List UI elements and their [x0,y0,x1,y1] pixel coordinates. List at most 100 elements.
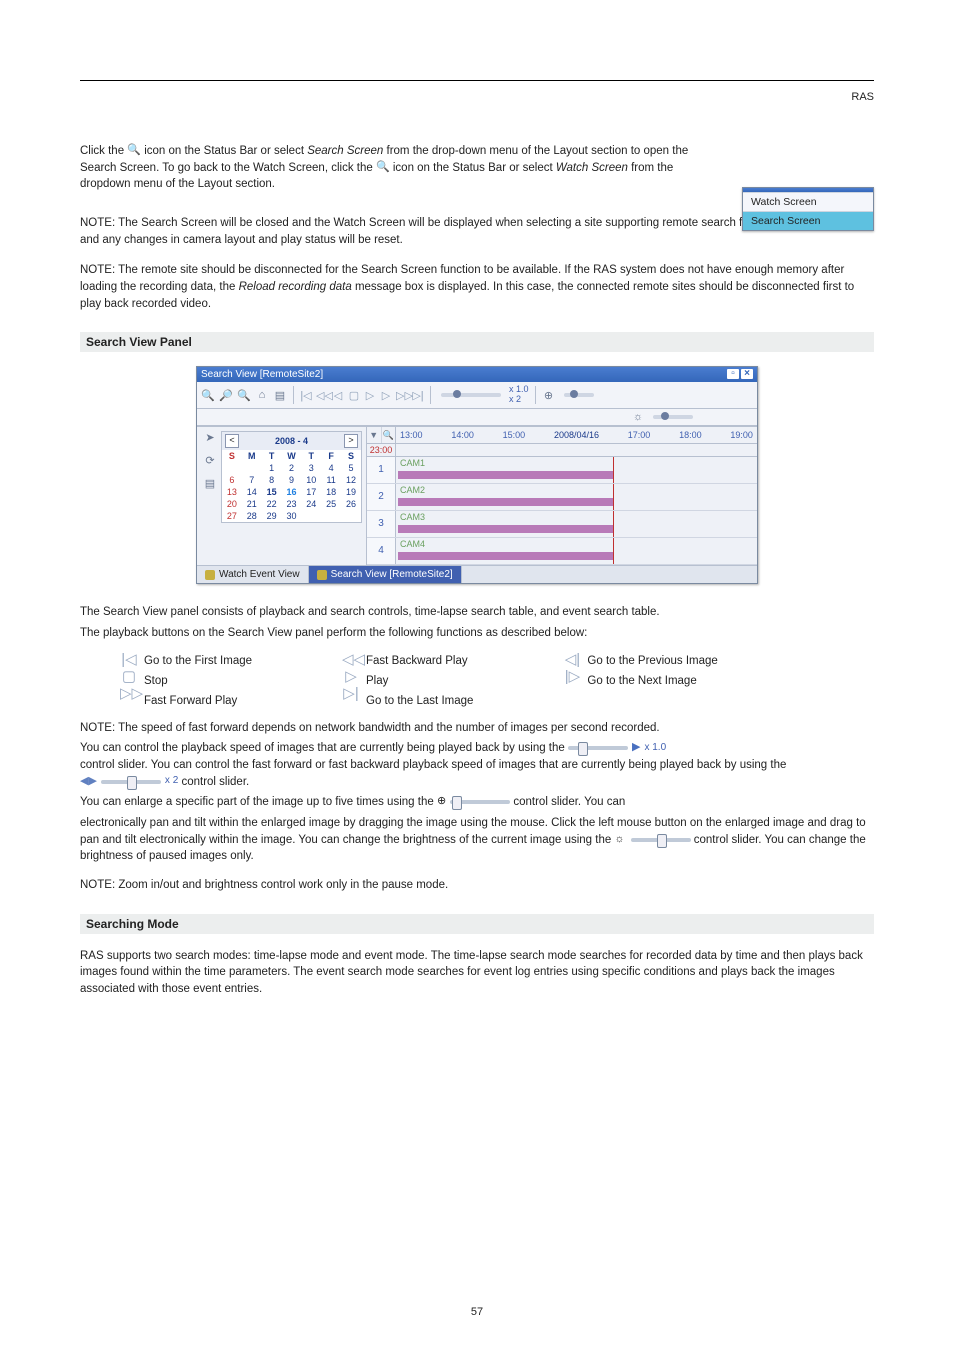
zoom-slider[interactable] [564,393,594,397]
stop-icon[interactable]: ▢ [348,389,360,402]
jog-value: x 2 [165,774,178,789]
playhead[interactable] [613,457,614,483]
search-view-panel: Search View [RemoteSite2] ▫ × 🔍 🔎 🔍 ⌂ ▤ … [196,366,758,584]
t: Click the [80,145,127,157]
timeline-row[interactable]: 2 CAM2 [367,484,757,511]
header-rule [80,80,874,81]
left-icon-stack: ➤ ⟳ ▤ [201,431,219,490]
go-icon[interactable]: ➤ [205,431,214,444]
playback-speed-slider[interactable] [441,393,501,397]
search-view-toolbar: 🔍 🔎 🔍 ⌂ ▤ |◁ ◁◁ ◁ ▢ ▷ ▷ ▷▷ ▷| x 1.0 x 2 … [197,382,757,409]
tab-search-view[interactable]: Search View [RemoteSite2] [309,566,462,583]
header-product: RAS [80,91,874,103]
zoom-level-icon: ⊕ [542,388,556,402]
search-view-left: ➤ ⟳ ▤ < 2008 - 4 > SMTWTFS 12345 6789101… [197,427,367,565]
t: You can enlarge a specific part of the i… [80,796,437,808]
cam-label: CAM1 [400,458,425,468]
zoom-paragraph-2: electronically pan and tilt within the e… [80,815,874,865]
record-bar [398,552,613,560]
row-num: 1 [367,457,396,483]
prev-image-icon: ◁| [563,652,581,667]
zoom-timeline-icon[interactable]: 🔍 [382,427,396,443]
menu-item-search[interactable]: Search Screen [743,211,873,230]
pb-label: Play [366,672,473,690]
t: control slider. [181,776,249,788]
t: icon on the Status Bar or select [144,145,307,157]
fast-backward-icon[interactable]: ◁◁ [316,389,328,402]
tab-icon [205,570,215,580]
tab-watch-event[interactable]: Watch Event View [197,566,309,583]
row-lane[interactable]: CAM4 [396,538,757,564]
playhead[interactable] [613,484,614,510]
search-view-tabs: Watch Event View Search View [RemoteSite… [197,565,757,583]
timeline-row[interactable]: 3 CAM3 [367,511,757,538]
prev-month-button[interactable]: < [225,434,239,448]
cam-label: CAM4 [400,539,425,549]
fast-forward-icon[interactable]: ▷▷ [396,389,408,402]
timeline-corner: ▼ 🔍 [367,427,396,443]
t: Reload recording data [239,281,352,293]
timeline-date: 2008/04/16 [554,430,599,440]
timeline-subhead: 23:00 13:00 16:00 [367,444,757,457]
search-view-titlebar: Search View [RemoteSite2] ▫ × [197,367,757,382]
prev-image-icon[interactable]: ◁ [332,389,344,402]
fast-backward-icon: ◁◁ [342,652,360,667]
row-lane[interactable]: CAM1 [396,457,757,483]
timeline-header: ▼ 🔍 13:00 14:00 15:00 2008/04/16 17:00 1… [367,427,757,444]
tick: 14:00 [451,430,474,440]
intro-paragraph: Click the 🔍 icon on the Status Bar or se… [80,143,724,193]
corner-time: 23:00 [367,444,396,456]
zoom-in-icon: ⊕ [437,794,446,810]
tool-search-icon[interactable]: 🔍 [237,388,251,402]
collapse-icon[interactable]: ▼ [367,427,382,443]
next-image-icon: |▷ [563,669,581,684]
calendar-header: < 2008 - 4 > [222,432,361,450]
search-view-body: ➤ ⟳ ▤ < 2008 - 4 > SMTWTFS 12345 6789101… [197,426,757,565]
pb-label: Fast Forward Play [144,692,252,710]
first-image-icon: |◁ [120,652,138,667]
tool-export-icon[interactable]: ▤ [273,388,287,402]
next-image-icon[interactable]: ▷ [380,389,392,402]
tool-zoomout-icon[interactable]: 🔎 [219,388,233,402]
playback-intro: The playback buttons on the Search View … [80,625,874,642]
tab-label: Search View [RemoteSite2] [331,569,453,580]
pin-icon[interactable]: ▫ [727,369,739,379]
brightness-icon: ☼ [614,832,624,848]
timeline-row[interactable]: 4 CAM4 [367,538,757,565]
row-lane[interactable]: CAM3 [396,511,757,537]
menu-item-watch[interactable]: Watch Screen [743,192,873,211]
list-icon[interactable]: ▤ [205,477,215,490]
brightness-slider[interactable] [653,415,693,419]
refresh-icon[interactable]: ⟳ [205,454,214,467]
row-lane[interactable]: CAM2 [396,484,757,510]
tool-home-icon[interactable]: ⌂ [255,388,269,402]
search-screen-icon: 🔍 [127,143,141,159]
last-image-icon[interactable]: ▷| [412,389,424,402]
brightness-slider-illustration: ☼ [614,832,690,848]
pb-col-3: ◁| |▷ Go to the Previous Image Go to the… [563,652,717,710]
playhead[interactable] [613,538,614,564]
speed-paragraph: You can control the playback speed of im… [80,740,874,790]
timeline-ticks: 13:00 14:00 15:00 2008/04/16 17:00 18:00… [396,427,757,443]
window-buttons: ▫ × [727,369,753,380]
row-num: 2 [367,484,396,510]
play-icon[interactable]: ▷ [364,389,376,402]
next-month-button[interactable]: > [344,434,358,448]
searching-mode-desc: RAS supports two search modes: time-laps… [80,948,874,998]
first-image-icon[interactable]: |◁ [300,389,312,402]
calendar-grid[interactable]: SMTWTFS 12345 6789101112 13141516171819 … [222,450,361,522]
record-bar [398,525,613,533]
tick: 18:00 [679,430,702,440]
timeline-row[interactable]: 1 CAM1 [367,457,757,484]
t: Search Screen [307,145,383,157]
t: icon on the Status Bar or select [393,162,556,174]
close-icon[interactable]: × [741,369,753,379]
tool-zoom-icon[interactable]: 🔍 [201,388,215,402]
calendar[interactable]: < 2008 - 4 > SMTWTFS 12345 6789101112 13… [221,431,362,523]
tick: 19:00 [730,430,753,440]
playhead[interactable] [613,511,614,537]
t: control slider. You can [513,796,625,808]
page-number: 57 [0,1306,954,1318]
tab-label: Watch Event View [219,569,300,580]
speed-slider-illustration: ▶ x 1.0 [568,740,666,756]
